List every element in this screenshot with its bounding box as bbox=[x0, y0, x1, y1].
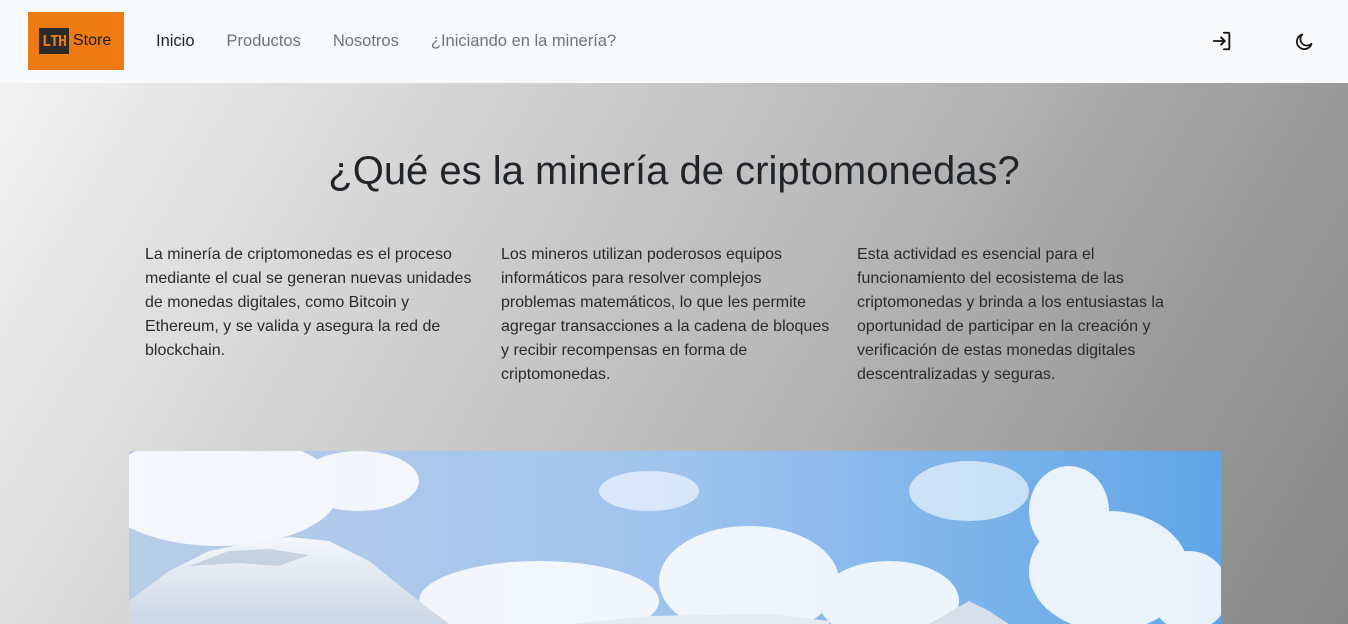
hero-section: ¿Qué es la minería de criptomonedas? La … bbox=[0, 83, 1348, 624]
nav-links: Inicio Productos Nosotros ¿Iniciando en … bbox=[156, 0, 648, 83]
mountain-photo bbox=[129, 451, 1221, 624]
info-column-2: Los mineros utilizan poderosos equipos i… bbox=[501, 246, 830, 383]
moon-icon[interactable] bbox=[1292, 29, 1316, 53]
nav-link-inicio[interactable]: Inicio bbox=[156, 32, 195, 51]
brand-logo[interactable]: LTH Store bbox=[28, 12, 124, 70]
info-column-3: Esta actividad es esencial para el funci… bbox=[857, 246, 1164, 383]
login-icon[interactable] bbox=[1210, 29, 1234, 53]
info-column-1: La minería de criptomonedas es el proces… bbox=[145, 246, 472, 359]
hero-title: ¿Qué es la minería de criptomonedas? bbox=[328, 149, 1020, 193]
nav-link-productos[interactable]: Productos bbox=[227, 32, 301, 51]
logo-text: Store bbox=[73, 32, 112, 49]
logo-mark: LTH bbox=[39, 28, 69, 54]
nav-link-nosotros[interactable]: Nosotros bbox=[333, 32, 399, 51]
nav-link-iniciando[interactable]: ¿Iniciando en la minería? bbox=[431, 32, 616, 51]
navbar: LTH Store Inicio Productos Nosotros ¿Ini… bbox=[0, 0, 1348, 83]
